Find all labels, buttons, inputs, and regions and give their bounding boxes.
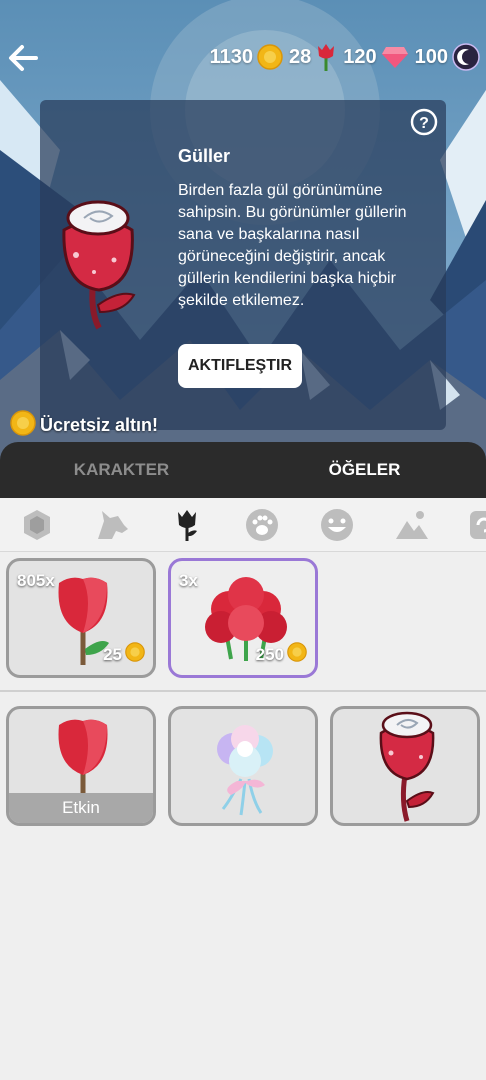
paw-icon[interactable] — [244, 507, 280, 543]
gold-coin-icon — [125, 642, 145, 667]
tab-character[interactable]: KARAKTER — [0, 442, 243, 498]
rose-info-card: ? Güller Birden fazla gül görünümüne sah… — [40, 100, 446, 430]
tab-items[interactable]: ÖĞELER — [243, 442, 486, 498]
gem-counter[interactable]: 120 — [343, 45, 408, 69]
gem-icon — [381, 45, 409, 69]
rose-icon — [315, 42, 337, 72]
badge-icon[interactable] — [19, 507, 55, 543]
free-gold-label: Ücretsiz altın! — [40, 415, 159, 435]
landscape-icon[interactable] — [394, 507, 430, 543]
gold-coin-icon — [10, 410, 36, 441]
currency-bar: 1130 28 120 100 — [210, 42, 480, 72]
gold-amount: 1130 — [209, 45, 253, 68]
wolf-icon[interactable] — [94, 507, 130, 543]
gold-coin-icon — [257, 44, 283, 70]
shop-item-single-rose[interactable]: 805x 25 — [6, 558, 156, 678]
help-icon[interactable]: ? — [410, 108, 438, 136]
price-amount: 25 — [103, 644, 122, 664]
rose-icon[interactable] — [169, 507, 205, 543]
item-count: 805x — [17, 571, 55, 590]
free-gold-button[interactable]: Ücretsiz altın! — [10, 410, 158, 441]
card-description: Birden fazla gül görünümüne sahipsin. Bu… — [178, 182, 407, 309]
glass-rose-image — [333, 709, 477, 823]
rose-counter[interactable]: 28 — [289, 42, 337, 72]
rainbow-rose-image — [171, 709, 315, 823]
top-bar: 1130 28 120 100 — [0, 28, 486, 88]
item-price: 250 — [256, 642, 307, 667]
emoji-icon[interactable] — [319, 507, 355, 543]
price-amount: 250 — [255, 644, 284, 664]
moon-token-icon — [452, 43, 480, 71]
moon-token-counter[interactable]: 100 — [415, 43, 480, 71]
item-price: 25 — [103, 642, 145, 667]
section-divider — [0, 690, 486, 692]
owned-item-glass-rose[interactable] — [330, 706, 480, 826]
owned-item-rainbow-rose[interactable] — [168, 706, 318, 826]
moon-token-amount: 100 — [414, 45, 448, 68]
owned-item-classic-rose[interactable]: Etkin — [6, 706, 156, 826]
active-status-label: Etkin — [9, 793, 153, 823]
card-title: Güller — [178, 146, 231, 166]
category-bar — [0, 498, 486, 552]
more-icon[interactable] — [466, 507, 486, 543]
back-arrow-icon[interactable] — [6, 40, 42, 76]
shop-item-rose-bouquet[interactable]: 3x 250 — [168, 558, 318, 678]
svg-text:?: ? — [419, 115, 429, 132]
gold-coin-icon — [287, 642, 307, 667]
activate-button[interactable]: AKTIFLEŞTIR — [178, 344, 302, 388]
gem-amount: 120 — [343, 45, 377, 68]
rose-amount: 28 — [289, 45, 312, 68]
tab-bar: KARAKTER ÖĞELER — [0, 442, 486, 498]
gold-counter[interactable]: 1130 — [210, 44, 283, 70]
glass-rose-image — [54, 200, 144, 330]
item-count: 3x — [179, 571, 198, 590]
